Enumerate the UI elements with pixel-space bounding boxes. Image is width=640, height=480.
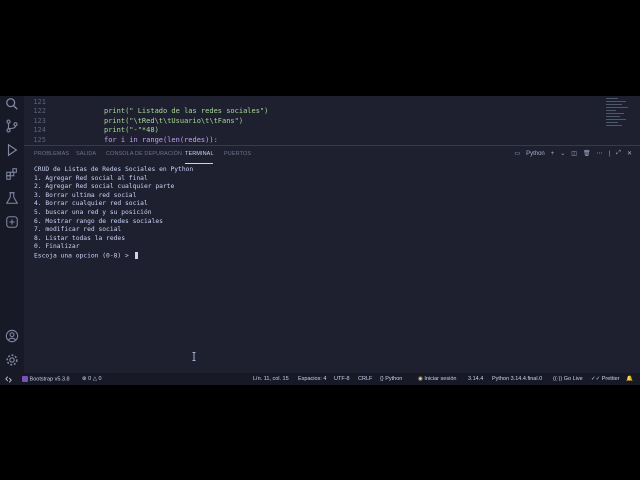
terminal-line: 7. modificar red social bbox=[34, 226, 122, 234]
bootstrap-icon bbox=[22, 376, 28, 382]
broadcast-icon: ((·)) bbox=[553, 376, 563, 382]
python-icon[interactable] bbox=[4, 214, 20, 230]
braces-icon: {} bbox=[380, 376, 384, 382]
line-number: 121 bbox=[33, 97, 46, 106]
tab-output[interactable]: SALIDA bbox=[76, 151, 96, 157]
terminal-line: 2. Agregar Red social cualquier parte bbox=[34, 183, 175, 191]
bootstrap-status[interactable]: Bootstrap v5.3.8 bbox=[22, 376, 70, 382]
code-text: for i in range(len(redes)): bbox=[104, 135, 218, 144]
panel-actions: ▭ Python + ⌄ ◫ 🗑 ⋯ | ⤢ ✕ bbox=[514, 150, 632, 157]
problems-status[interactable]: ⊗ 0 △ 0 bbox=[82, 376, 102, 382]
more-icon[interactable]: ⋯ bbox=[597, 150, 603, 157]
code-text: print(" Listado de las redes sociales") bbox=[104, 107, 269, 116]
cursor-position[interactable]: Lín. 11, col. 15 bbox=[253, 376, 289, 382]
terminal-cursor bbox=[134, 251, 138, 259]
tab-debug-console[interactable]: CONSOLA DE DEPURACIÓN bbox=[106, 151, 182, 157]
code-text: print("\tRed\t\tUsuario\t\tFans") bbox=[104, 116, 244, 125]
search-icon[interactable] bbox=[4, 96, 20, 112]
line-number: 122 bbox=[33, 107, 46, 116]
split-terminal-icon[interactable]: ◫ bbox=[571, 150, 577, 157]
terminal-line: 1. Agregar Red social al final bbox=[34, 174, 148, 182]
error-count: 0 bbox=[88, 376, 92, 382]
code-editor[interactable]: 121 122 print(" Listado de las redes soc… bbox=[24, 96, 640, 145]
tab-terminal[interactable]: TERMINAL bbox=[185, 151, 214, 157]
shell-label[interactable]: Python bbox=[526, 151, 545, 157]
line-number: 124 bbox=[33, 126, 46, 135]
warning-icon: △ bbox=[92, 376, 97, 382]
prettier-status[interactable]: ✓✓ Prettier bbox=[591, 376, 619, 382]
version-status[interactable]: 3.14.4 bbox=[468, 376, 483, 382]
code-line: 124 print("-"*48) bbox=[24, 126, 594, 136]
panel-divider: | bbox=[608, 150, 611, 157]
gear-icon[interactable] bbox=[4, 352, 20, 368]
remote-icon[interactable] bbox=[0, 373, 16, 385]
terminal-line: 3. Borrar ultima red social bbox=[34, 191, 137, 199]
terminal-line: CRUD de Listas de Redes Sociales en Pyth… bbox=[34, 166, 194, 173]
terminal-line: 5. buscar una red y su posición bbox=[34, 208, 152, 216]
interpreter-status[interactable]: Python 3.14.4.final.0 bbox=[492, 376, 542, 382]
activity-bar bbox=[0, 96, 24, 373]
terminal-line: 4. Borrar cualquier red social bbox=[34, 200, 148, 208]
double-check-icon: ✓✓ bbox=[591, 376, 601, 382]
vscode-window: 121 122 print(" Listado de las redes soc… bbox=[0, 96, 640, 385]
close-icon[interactable]: ✕ bbox=[627, 150, 632, 157]
code-line: 121 bbox=[24, 97, 594, 107]
chevron-down-icon[interactable]: ⌄ bbox=[560, 150, 565, 157]
terminal-line: 6. Mostrar rango de redes sociales bbox=[34, 217, 163, 225]
minimap[interactable] bbox=[606, 98, 630, 142]
line-number: 125 bbox=[33, 135, 46, 144]
error-icon: ⊗ bbox=[82, 376, 87, 382]
extensions-icon[interactable] bbox=[4, 166, 20, 182]
account-icon[interactable] bbox=[4, 328, 20, 344]
line-number: 123 bbox=[33, 116, 46, 125]
indentation-status[interactable]: Espacios: 4 bbox=[298, 376, 326, 382]
warning-count: 0 bbox=[98, 376, 102, 382]
terminal-prompt-line[interactable]: Escoja una opcion (0-8) > bbox=[34, 251, 594, 261]
code-line: 122 print(" Listado de las redes sociale… bbox=[24, 107, 594, 117]
tab-problems[interactable]: PROBLEMAS bbox=[34, 151, 69, 157]
maximize-panel-icon[interactable]: ⤢ bbox=[616, 150, 621, 157]
trash-icon[interactable]: 🗑 bbox=[583, 150, 591, 157]
testing-icon[interactable] bbox=[4, 190, 20, 206]
mouse-cursor-icon bbox=[192, 352, 196, 361]
tab-ports[interactable]: PUERTOS bbox=[224, 151, 251, 157]
account-icon: ◉ bbox=[418, 376, 423, 382]
code-line: 125 for i in range(len(redes)): bbox=[24, 135, 594, 145]
terminal-prompt: Escoja una opcion (0-8) > bbox=[34, 252, 133, 260]
terminal-line: 0. Finalizar bbox=[34, 243, 80, 251]
active-tab-indicator bbox=[185, 163, 213, 164]
source-control-icon[interactable] bbox=[4, 118, 20, 134]
golive-status[interactable]: ((·)) Go Live bbox=[553, 376, 583, 382]
code-line: 123 print("\tRed\t\tUsuario\t\tFans") bbox=[24, 116, 594, 126]
terminal-line: 8. Listar todas la redes bbox=[34, 234, 125, 242]
status-bar: Bootstrap v5.3.8 ⊗ 0 △ 0 Lín. 11, col. 1… bbox=[0, 373, 640, 385]
run-debug-icon[interactable] bbox=[4, 142, 20, 158]
signin-status[interactable]: ◉ Iniciar sesión bbox=[418, 376, 456, 382]
terminal-output[interactable]: CRUD de Listas de Redes Sociales en Pyth… bbox=[34, 166, 594, 356]
encoding-status[interactable]: UTF-8 bbox=[334, 376, 350, 382]
panel-tab-bar: PROBLEMAS SALIDA CONSOLA DE DEPURACIÓN T… bbox=[24, 145, 640, 166]
code-text: print("-"*48) bbox=[104, 126, 159, 135]
terminal-icon: ▭ bbox=[514, 151, 521, 157]
notifications-icon[interactable]: 🔔 bbox=[626, 376, 633, 382]
eol-status[interactable]: CRLF bbox=[358, 376, 372, 382]
add-terminal-icon[interactable]: + bbox=[551, 151, 555, 157]
language-status[interactable]: {} Python bbox=[380, 376, 402, 382]
